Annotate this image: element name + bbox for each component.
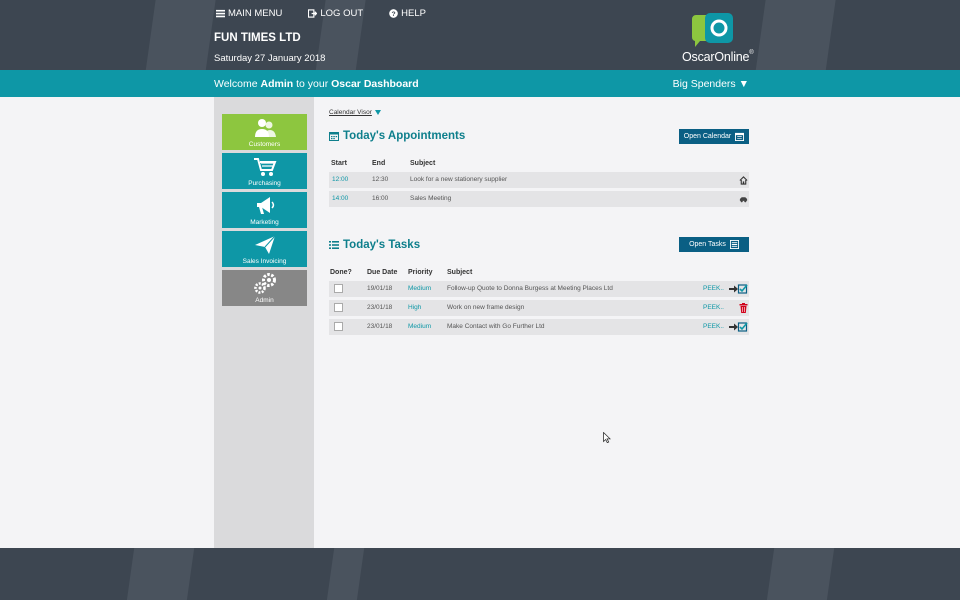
- column-header-subject: Subject: [447, 269, 473, 276]
- current-date: Saturday 27 January 2018: [214, 53, 326, 64]
- column-header-priority: Priority: [408, 269, 433, 276]
- footer-band: [322, 548, 368, 600]
- task-subject[interactable]: Follow-up Quote to Donna Burgess at Meet…: [447, 285, 613, 292]
- header-band: [751, 0, 839, 70]
- task-priority: High: [408, 304, 422, 311]
- footer: [0, 548, 960, 600]
- svg-text:?: ?: [392, 11, 396, 18]
- welcome-message: Welcome Admin to your Oscar Dashboard: [214, 78, 419, 90]
- task-row: 19/01/18 Medium Follow-up Quote to Donna…: [329, 281, 749, 297]
- column-header-start: Start: [331, 160, 347, 167]
- appointment-end: 16:00: [372, 195, 389, 202]
- main-menu-label: MAIN MENU: [228, 8, 283, 19]
- trash-icon[interactable]: [739, 303, 748, 313]
- task-done-checkbox[interactable]: [334, 322, 343, 331]
- sidebar-item-customers[interactable]: Customers: [222, 114, 307, 150]
- gears-icon: [253, 273, 276, 294]
- logout-icon: [308, 9, 318, 18]
- task-done-checkbox[interactable]: [334, 303, 343, 312]
- column-header-subject: Subject: [410, 160, 436, 167]
- task-due-date: 23/01/18: [367, 323, 393, 330]
- appointment-end: 12:30: [372, 176, 389, 183]
- task-row: 23/01/18 High Work on new frame design P…: [329, 300, 749, 316]
- top-nav: MAIN MENU LOG OUT ? HELP: [216, 8, 426, 19]
- task-peek-link[interactable]: PEEK..: [703, 323, 724, 330]
- open-calendar-button[interactable]: Open Calendar: [679, 129, 749, 144]
- sidebar-item-label: Marketing: [250, 219, 279, 226]
- sidebar-item-marketing[interactable]: Marketing: [222, 192, 307, 228]
- dashboard-main: Calendar Visor Today's Appointments Open…: [314, 97, 960, 548]
- paper-plane-icon: [254, 235, 275, 254]
- triangle-down-icon: [374, 110, 381, 115]
- help-icon: ?: [389, 9, 398, 18]
- task-subject[interactable]: Make Contact with Go Further Ltd: [447, 323, 545, 330]
- tasks-title: Today's Tasks: [329, 239, 420, 251]
- calendar-icon: [735, 132, 745, 141]
- help-label: HELP: [401, 8, 426, 19]
- car-icon: [739, 197, 748, 203]
- logout-label: LOG OUT: [320, 8, 364, 19]
- appointment-start: 14:00: [332, 195, 349, 202]
- task-subject[interactable]: Work on new frame design: [447, 304, 524, 311]
- appointment-row[interactable]: 12:00 12:30 Look for a new stationery su…: [329, 172, 749, 188]
- task-due-date: 23/01/18: [367, 304, 393, 311]
- calendar-icon: [329, 132, 339, 141]
- home-icon: [739, 176, 748, 185]
- column-header-due-date: Due Date: [367, 269, 398, 276]
- company-name: FUN TIMES LTD: [214, 32, 301, 44]
- task-priority: Medium: [408, 323, 432, 330]
- appointments-title: Today's Appointments: [329, 130, 465, 142]
- help-link[interactable]: ? HELP: [389, 8, 426, 19]
- footer-band: [122, 548, 198, 600]
- sidebar-item-purchasing[interactable]: Purchasing: [222, 153, 307, 189]
- tasks-list-icon: [329, 241, 339, 249]
- appointment-subject: Sales Meeting: [410, 195, 452, 202]
- tasks-list-icon: [729, 240, 739, 249]
- task-peek-link[interactable]: PEEK..: [703, 304, 724, 311]
- logout-link[interactable]: LOG OUT: [308, 8, 363, 19]
- task-due-date: 19/01/18: [367, 285, 393, 292]
- mouse-pointer-icon: [603, 432, 611, 443]
- forward-check-icon[interactable]: [729, 284, 748, 294]
- shopping-cart-icon: [253, 158, 276, 176]
- welcome-bar: Welcome Admin to your Oscar Dashboard Bi…: [0, 70, 960, 97]
- sidebar-item-label: Admin: [255, 297, 274, 304]
- appointment-row[interactable]: 14:00 16:00 Sales Meeting: [329, 191, 749, 207]
- menu-icon: [216, 9, 225, 18]
- header: MAIN MENU LOG OUT ? HELP FUN TIMES LTD S…: [0, 0, 960, 70]
- sidebar: Customers Purchasing Marketing Sales Inv…: [214, 97, 314, 548]
- task-peek-link[interactable]: PEEK..: [703, 285, 724, 292]
- megaphone-icon: [256, 197, 274, 214]
- customers-icon: [254, 119, 276, 137]
- main-menu-link[interactable]: MAIN MENU: [216, 8, 282, 19]
- column-header-end: End: [372, 160, 386, 167]
- forward-check-icon[interactable]: [729, 322, 748, 332]
- view-selector-dropdown[interactable]: Big Spenders ▼: [673, 78, 749, 90]
- logo-text: OscarOnline®: [682, 50, 754, 64]
- sidebar-item-label: Sales Invoicing: [242, 258, 287, 265]
- sidebar-item-sales-invoicing[interactable]: Sales Invoicing: [222, 231, 307, 267]
- sidebar-item-admin[interactable]: Admin: [222, 270, 307, 306]
- calendar-visor-toggle[interactable]: Calendar Visor: [329, 109, 381, 116]
- task-row: 23/01/18 Medium Make Contact with Go Fur…: [329, 319, 749, 335]
- sidebar-item-label: Purchasing: [248, 180, 281, 187]
- open-tasks-button[interactable]: Open Tasks: [679, 237, 749, 252]
- task-done-checkbox[interactable]: [334, 284, 343, 293]
- header-band: [141, 0, 219, 70]
- footer-band: [762, 548, 838, 600]
- calendar-visor-label: Calendar Visor: [329, 109, 372, 116]
- column-header-done: Done?: [330, 269, 352, 276]
- appointment-subject: Look for a new stationery supplier: [410, 176, 508, 183]
- task-priority: Medium: [408, 285, 432, 292]
- sidebar-item-label: Customers: [248, 141, 281, 148]
- appointment-start: 12:00: [332, 176, 349, 183]
